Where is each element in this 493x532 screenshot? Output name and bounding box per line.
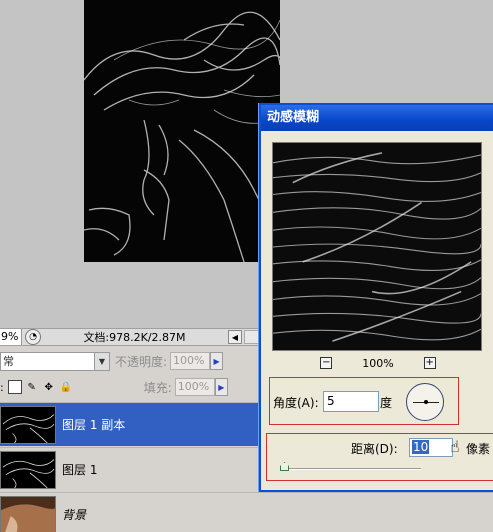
motion-blur-dialog: 动感模糊 − 100% + 角度(A): 5 度 距离(D): 10 ☝ 像素 (259, 103, 493, 492)
distance-slider-thumb[interactable] (280, 462, 289, 471)
document-size-readout: 文档:978.2K/2.87M (83, 331, 186, 344)
distance-input[interactable]: 10 (409, 438, 453, 457)
angle-label: 角度(A): (273, 396, 319, 410)
dial-center-dot (424, 400, 428, 404)
filter-preview[interactable] (272, 142, 482, 351)
fill-arrow-button[interactable]: ▶ (214, 378, 228, 396)
preview-zoom-controls: − 100% + (261, 355, 493, 371)
distance-value: 10 (412, 440, 430, 454)
dialog-title[interactable]: 动感模糊 (261, 105, 493, 131)
angle-dial[interactable] (406, 383, 444, 421)
layer-thumbnail (0, 405, 56, 444)
layer-name: 图层 1 (62, 463, 98, 477)
lock-options-row: : ✎ ✥ 🔒 填充: 100% ▶ (0, 377, 262, 397)
blend-mode-select[interactable]: 常 ▼ (0, 351, 110, 371)
scroll-left-button[interactable]: ◀ (228, 330, 242, 344)
status-menu-button[interactable]: ◔ (25, 329, 41, 345)
brush-icon[interactable]: ✎ (25, 380, 39, 394)
angle-unit: 度 (380, 396, 393, 410)
canvas-image (84, 0, 280, 262)
blend-mode-value: 常 (3, 354, 14, 368)
opacity-label: 不透明度: (115, 354, 168, 369)
distance-slider-track[interactable] (281, 468, 421, 470)
layer-name: 背景 (62, 508, 87, 522)
angle-group: 角度(A): 5 度 (269, 377, 459, 425)
move-icon[interactable]: ✥ (42, 380, 56, 394)
zoom-in-button[interactable]: + (423, 357, 436, 369)
layer-name: 图层 1 副本 (62, 418, 126, 432)
layer-thumbnail (0, 450, 56, 489)
status-bar: 9% ◔ 文档:978.2K/2.87M ◀ (0, 328, 262, 346)
fill-input[interactable]: 100% (174, 378, 215, 396)
blend-options-row: 常 ▼ 不透明度: 100% ▶ (0, 350, 262, 372)
hand-cursor-icon: ☝ (450, 437, 460, 456)
distance-group: 距离(D): 10 ☝ 像素 (266, 433, 493, 481)
opacity-input[interactable]: 100% (170, 352, 211, 370)
zoom-out-button[interactable]: − (320, 357, 333, 369)
zoom-readout[interactable]: 9% (0, 329, 22, 345)
layer-row[interactable]: 背景 (0, 492, 493, 532)
fill-label: 填充: (143, 380, 172, 395)
preview-zoom-value: 100% (362, 356, 394, 370)
angle-input[interactable]: 5 (323, 391, 379, 412)
chevron-down-icon: ▼ (94, 352, 109, 370)
distance-label: 距离(D): (351, 442, 398, 456)
layer-thumbnail (0, 495, 56, 532)
opacity-arrow-button[interactable]: ▶ (210, 352, 224, 370)
lock-label: : (0, 380, 4, 394)
distance-unit: 像素 (466, 442, 491, 456)
lock-icon[interactable]: 🔒 (59, 380, 73, 394)
triangle-right-icon: ▶ (218, 382, 225, 392)
triangle-right-icon: ▶ (213, 356, 220, 366)
lock-transparency-icon[interactable] (7, 380, 22, 394)
